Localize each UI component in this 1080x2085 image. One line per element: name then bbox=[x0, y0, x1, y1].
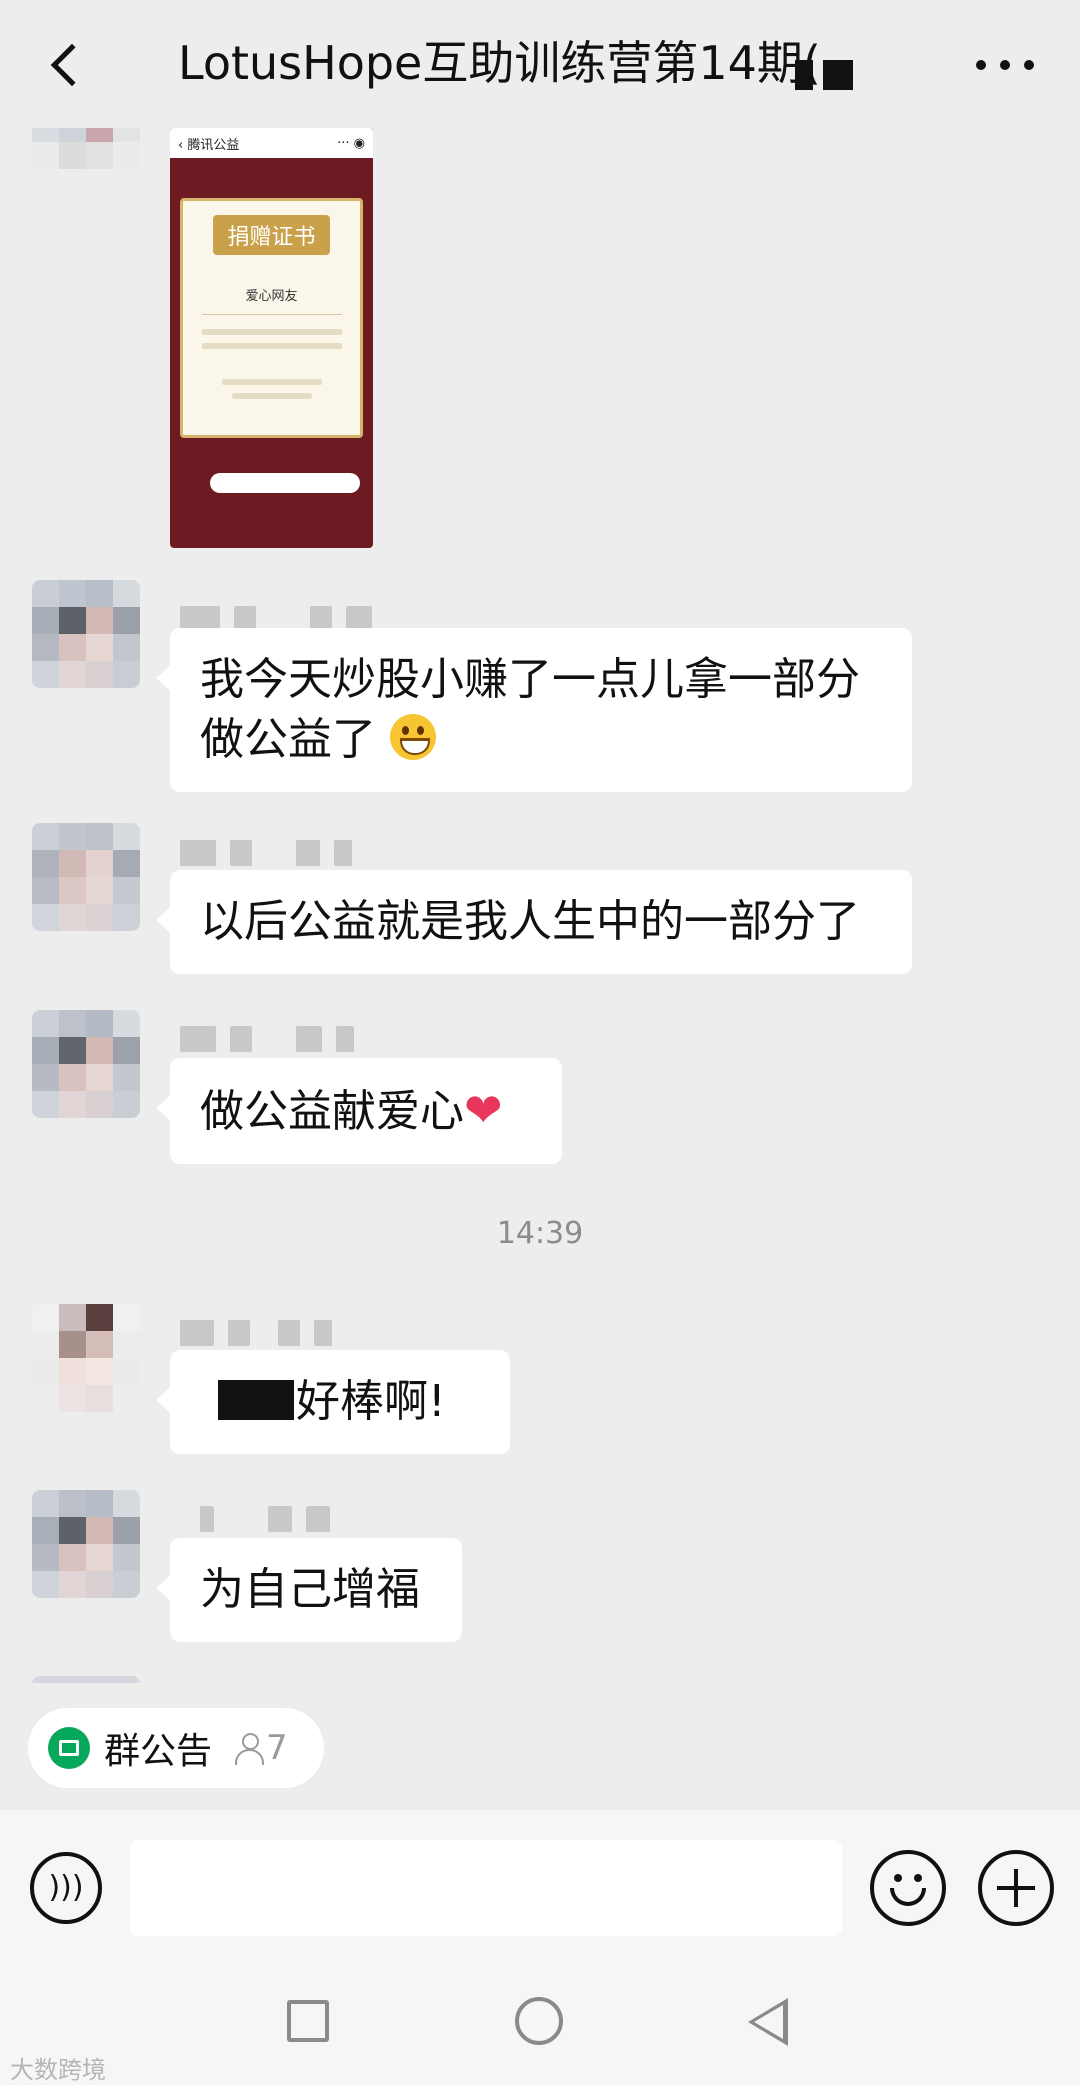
sender-name-redacted bbox=[180, 840, 352, 866]
certificate-image-message[interactable]: ‹ 腾讯公益 ··· ◉ 捐赠证书 爱心网友 bbox=[170, 128, 373, 548]
voice-icon: ))) bbox=[48, 1870, 84, 1905]
voice-input-button[interactable]: ))) bbox=[30, 1852, 102, 1924]
sender-name-redacted bbox=[180, 1320, 332, 1346]
message-text: 好棒啊! bbox=[296, 1376, 446, 1427]
watermark: 大数跨境 bbox=[10, 2056, 106, 2084]
dot-icon bbox=[976, 60, 986, 70]
back-triangle-icon[interactable] bbox=[748, 1998, 788, 2046]
home-icon[interactable] bbox=[515, 1997, 563, 2045]
dot-icon bbox=[1024, 60, 1034, 70]
more-actions-button[interactable] bbox=[978, 1850, 1054, 1926]
heart-emoji-icon: ❤ bbox=[464, 1083, 503, 1137]
sender-name-redacted bbox=[180, 1506, 330, 1532]
more-options-button[interactable] bbox=[970, 40, 1040, 90]
certificate-card: 捐赠证书 爱心网友 bbox=[180, 198, 363, 438]
chat-title: LotusHope互助训练营第14期( bbox=[178, 36, 821, 90]
chevron-left-icon bbox=[50, 43, 94, 87]
message-input[interactable] bbox=[130, 1840, 842, 1936]
person-icon bbox=[234, 1731, 265, 1765]
time-divider: 14:39 bbox=[496, 1216, 584, 1251]
recent-apps-icon[interactable] bbox=[287, 2000, 329, 2042]
avatar[interactable] bbox=[32, 1010, 140, 1118]
avatar[interactable] bbox=[32, 1304, 140, 1412]
message-text: 以后公益就是我人生中的一部分了 bbox=[200, 896, 860, 947]
grinning-emoji-icon bbox=[390, 714, 436, 760]
avatar[interactable] bbox=[32, 1490, 140, 1598]
avatar[interactable] bbox=[32, 128, 140, 196]
avatar[interactable] bbox=[32, 580, 140, 688]
chat-header: LotusHope互助训练营第14期( bbox=[0, 0, 1080, 128]
smiley-icon bbox=[890, 1888, 926, 1906]
redacted-name bbox=[218, 1380, 294, 1420]
emoji-button[interactable] bbox=[870, 1850, 946, 1926]
title-redaction bbox=[795, 52, 885, 92]
mini-app-title: 腾讯公益 bbox=[187, 137, 240, 153]
message-text: 做公益献爱心 bbox=[200, 1086, 464, 1137]
message-text: 做公益了 bbox=[200, 714, 376, 765]
group-notice-chip[interactable]: 群公告 7 bbox=[28, 1708, 324, 1788]
member-count: 7 bbox=[266, 1728, 288, 1768]
message-bubble[interactable]: 做公益献爱心❤ bbox=[156, 1058, 562, 1164]
message-list[interactable]: ‹ 腾讯公益 ··· ◉ 捐赠证书 爱心网友 我今天炒股小赚了一点儿拿一部分 做… bbox=[0, 128, 1080, 1683]
mini-app-header: ‹ 腾讯公益 ··· ◉ bbox=[170, 128, 373, 158]
sender-name-redacted bbox=[180, 1026, 354, 1052]
message-bubble[interactable]: 我今天炒股小赚了一点儿拿一部分 做公益了 bbox=[156, 628, 912, 792]
certificate-share-button bbox=[210, 473, 360, 493]
message-bubble[interactable]: 好棒啊! bbox=[156, 1350, 510, 1454]
message-bubble[interactable]: 以后公益就是我人生中的一部分了 bbox=[156, 870, 912, 974]
message-text: 我今天炒股小赚了一点儿拿一部分 bbox=[200, 654, 860, 705]
system-nav-bar bbox=[0, 1970, 1080, 2085]
back-button[interactable] bbox=[30, 30, 100, 100]
avatar[interactable] bbox=[32, 1676, 140, 1683]
message-bubble[interactable]: 为自己增福 bbox=[156, 1538, 462, 1642]
message-input-bar: ))) bbox=[0, 1810, 1080, 1970]
group-notice-label: 群公告 bbox=[104, 1731, 213, 1772]
avatar[interactable] bbox=[32, 823, 140, 931]
certificate-recipient: 爱心网友 bbox=[245, 289, 298, 304]
announcement-icon bbox=[48, 1727, 90, 1769]
dot-icon bbox=[1000, 60, 1010, 70]
message-text: 为自己增福 bbox=[200, 1564, 420, 1615]
certificate-heading: 捐赠证书 bbox=[213, 215, 330, 255]
